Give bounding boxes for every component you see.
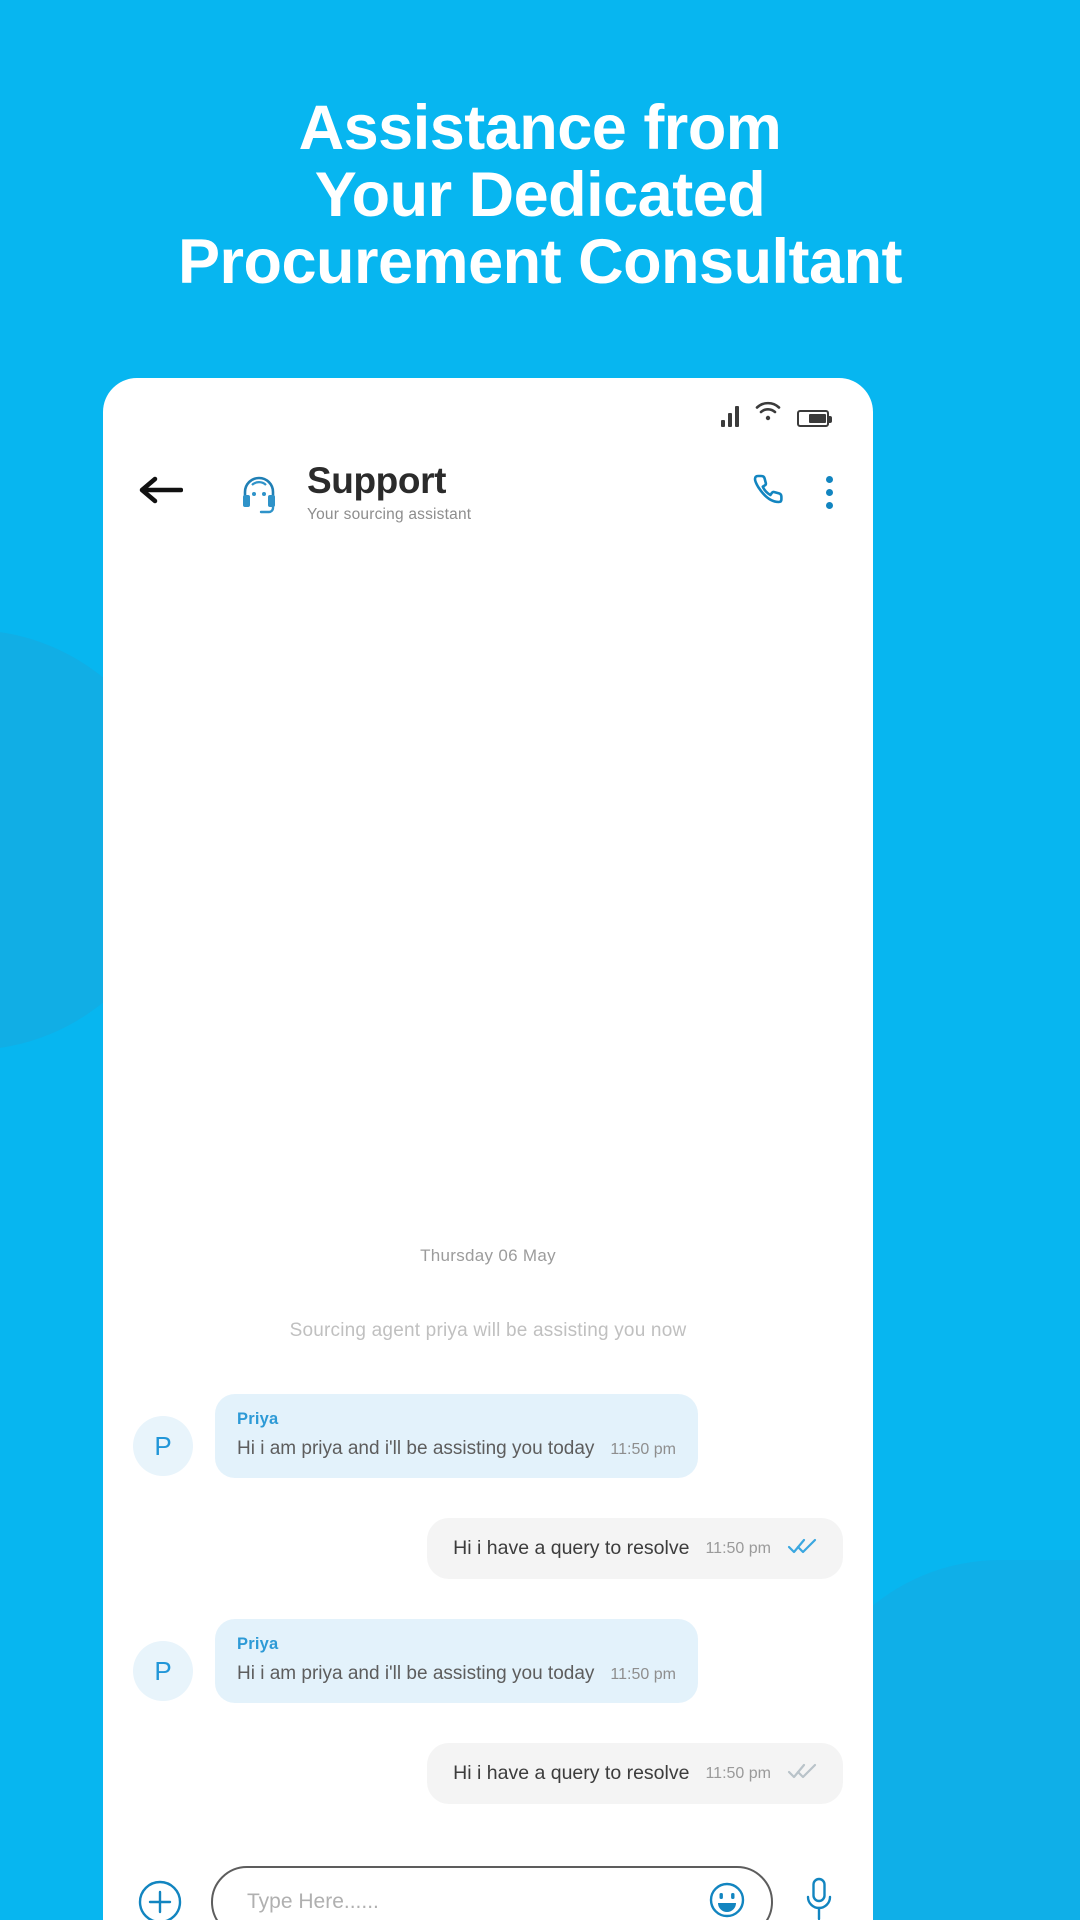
message-text: Hi i have a query to resolve	[453, 1537, 690, 1559]
promo-headline: Assistance from Your Dedicated Procureme…	[0, 95, 1080, 296]
avatar: P	[133, 1641, 193, 1701]
double-check-read-icon	[787, 1762, 817, 1785]
message-bubble-outgoing[interactable]: Hi i have a query to resolve 11:50 pm	[427, 1518, 843, 1579]
attach-button[interactable]	[137, 1879, 183, 1920]
promo-headline-line-3: Procurement Consultant	[177, 227, 903, 297]
message-text: Hi i have a query to resolve	[453, 1762, 690, 1784]
wifi-icon	[755, 400, 781, 427]
message-bubble-incoming[interactable]: Priya Hi i am priya and i'll be assistin…	[215, 1394, 698, 1478]
page-title: Support	[307, 460, 447, 501]
voice-record-button[interactable]	[799, 1876, 839, 1920]
promo-headline-line-1: Assistance from	[298, 93, 782, 163]
double-check-read-icon	[787, 1537, 817, 1560]
phone-call-icon	[750, 475, 790, 514]
message-sender-name: Priya	[237, 1635, 279, 1653]
chat-message-row-outgoing: Hi i have a query to resolve 11:50 pm	[103, 1518, 873, 1579]
back-arrow-icon	[137, 473, 184, 512]
kebab-menu-icon	[826, 476, 833, 484]
kebab-menu-icon-dot	[826, 502, 833, 510]
battery-icon	[797, 409, 832, 427]
system-message: Sourcing agent priya will be assisting y…	[289, 1320, 687, 1341]
avatar: P	[133, 1416, 193, 1476]
promo-headline-line-2: Your Dedicated	[314, 160, 766, 230]
smiley-emoji-icon[interactable]	[705, 1878, 749, 1920]
chat-message-list[interactable]: Thursday 06 May Sourcing agent priya wil…	[103, 544, 873, 1844]
microphone-icon	[802, 1876, 836, 1920]
call-button[interactable]	[750, 470, 790, 515]
chat-message-row-incoming: P Priya Hi i am priya and i'll be assist…	[103, 1394, 873, 1478]
chat-message-row-outgoing: Hi i have a query to resolve 11:50 pm	[103, 1743, 873, 1804]
message-timestamp: 11:50 pm	[705, 1764, 771, 1782]
overflow-menu-button[interactable]	[826, 476, 833, 510]
plus-circle-icon	[137, 1880, 183, 1920]
kebab-menu-icon-dot	[826, 489, 833, 497]
message-input-wrapper[interactable]	[211, 1866, 773, 1920]
message-sender-name: Priya	[237, 1410, 279, 1428]
message-input[interactable]	[247, 1890, 705, 1914]
signal-bars-icon	[721, 405, 739, 427]
message-text: Hi i am priya and i'll be assisting you …	[237, 1663, 595, 1684]
message-timestamp: 11:50 pm	[705, 1539, 771, 1557]
message-timestamp: 11:50 pm	[610, 1666, 676, 1683]
message-composer	[103, 1844, 873, 1920]
status-bar	[103, 378, 873, 448]
app-header: Support Your sourcing assistant	[103, 448, 873, 544]
message-timestamp: 11:50 pm	[610, 1441, 676, 1458]
back-button[interactable]	[137, 473, 193, 512]
message-bubble-incoming[interactable]: Priya Hi i am priya and i'll be assistin…	[215, 1619, 698, 1703]
message-bubble-outgoing[interactable]: Hi i have a query to resolve 11:50 pm	[427, 1743, 843, 1804]
page-subtitle: Your sourcing assistant	[307, 505, 472, 523]
chat-message-row-incoming: P Priya Hi i am priya and i'll be assist…	[103, 1619, 873, 1703]
date-separator: Thursday 06 May	[420, 1246, 556, 1265]
phone-mockup: Support Your sourcing assistant Thursday…	[103, 378, 873, 1920]
headset-support-avatar-icon	[227, 470, 291, 516]
message-text: Hi i am priya and i'll be assisting you …	[237, 1438, 595, 1459]
